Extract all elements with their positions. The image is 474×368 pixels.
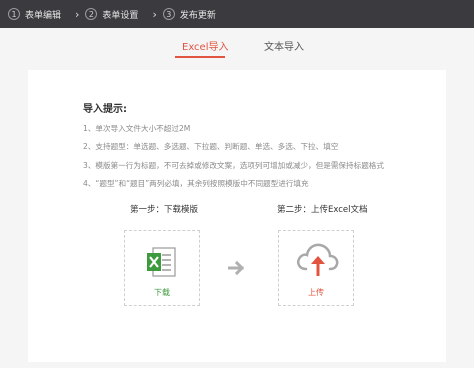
- excel-file-icon: [147, 247, 176, 277]
- step-3-number: 3: [162, 8, 175, 20]
- step-1: 1 表单编辑: [8, 8, 61, 21]
- chevron-right-icon: ›: [152, 7, 157, 21]
- tips-title: 导入提示:: [83, 104, 127, 115]
- download-label: 下载: [154, 288, 170, 297]
- step-bar: 1 表单编辑 › 2 表单设置 › 3 发布更新: [0, 0, 474, 28]
- download-template-button[interactable]: 下载: [124, 230, 200, 306]
- tip-item: 2、支持题型：单选题、多选题、下拉题、判断题、单选、多选、下拉、填空: [83, 142, 339, 152]
- step-3: 3 发布更新: [162, 8, 216, 21]
- step-2: 2 表单设置: [85, 8, 138, 21]
- step-3-label: 发布更新: [179, 10, 216, 21]
- step-1-number: 1: [8, 8, 20, 20]
- upload-file-button[interactable]: 上传: [278, 230, 354, 306]
- tip-item: 1、单次导入文件大小不超过2M: [83, 124, 191, 133]
- active-tab-indicator: [175, 56, 225, 58]
- arrow-right-icon: [228, 260, 245, 276]
- download-step-title: 第一步：下载模版: [130, 205, 199, 215]
- step-1-label: 表单编辑: [25, 10, 62, 21]
- tab-excel-import[interactable]: Excel导入: [182, 38, 229, 53]
- step-2-label: 表单设置: [102, 10, 139, 21]
- step-2-number: 2: [85, 8, 98, 20]
- tip-item: 4、“题型”和“题目”两列必填，其余列按照模版中不同题型进行填充: [83, 179, 309, 189]
- tips-list: 1、单次导入文件大小不超过2M 2、支持题型：单选题、多选题、下拉题、判断题、单…: [83, 120, 384, 194]
- upload-label: 上传: [308, 288, 324, 297]
- chevron-right-icon: ›: [75, 7, 80, 21]
- tab-text-import[interactable]: 文本导入: [264, 38, 304, 53]
- import-tabs: Excel导入 文本导入: [0, 34, 474, 58]
- upload-step-title: 第二步：上传Excel文档: [277, 205, 368, 215]
- cloud-upload-icon: [297, 243, 339, 276]
- import-panel: 导入提示: 1、单次导入文件大小不超过2M 2、支持题型：单选题、多选题、下拉题…: [28, 70, 446, 362]
- tip-item: 3、模版第一行为标题，不可去掉或修改文案，选项列可增加或减少，但是需保持标题格式: [83, 160, 384, 170]
